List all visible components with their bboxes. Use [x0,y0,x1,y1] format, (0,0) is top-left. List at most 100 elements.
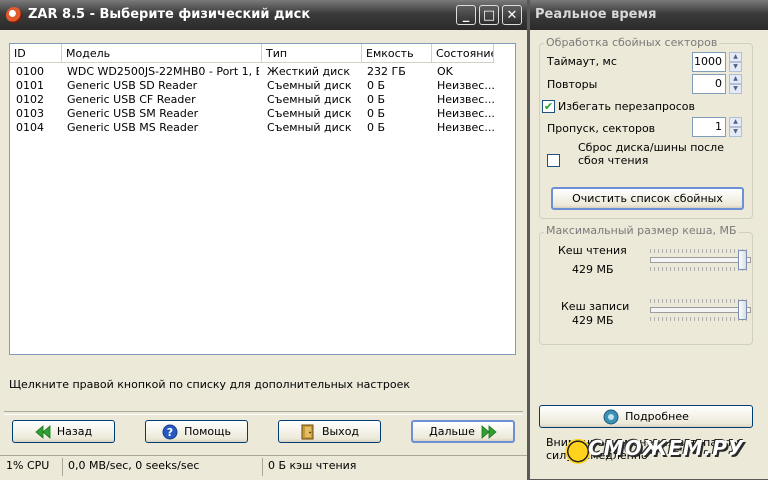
slider-track [650,257,751,263]
cell-capacity: 0 Б [367,121,386,134]
cell-capacity: 0 Б [367,107,386,120]
table-row[interactable]: 0100 WDC WD2500JS-22MHB0 - Port 1, B... … [10,65,515,79]
table-row[interactable]: 0103 Generic USB SM Reader Съемный диск … [10,107,515,121]
table-row[interactable]: 0104 Generic USB MS Reader Съемный диск … [10,121,515,135]
door-exit-icon [301,424,314,439]
cell-id: 0103 [16,107,44,120]
exit-button[interactable]: Выход [278,420,381,443]
cell-model: Generic USB SD Reader [67,79,198,92]
write-cache-label: Кеш записи [561,300,630,313]
disk-list[interactable]: ID Модель Тип Емкость Состояние 0100 WDC… [9,43,516,355]
cell-type: Съемный диск [267,79,352,92]
slider-ticks [650,317,749,321]
help-button-label: Помощь [184,425,231,438]
status-divider [62,458,63,476]
skip-sectors-spinner[interactable]: ▲ ▼ [729,117,742,137]
write-cache-slider[interactable] [648,299,751,321]
back-button[interactable]: Назад [12,420,115,443]
cell-model: Generic USB CF Reader [67,93,196,106]
hint-text: Щелкните правой кнопкой по списку для до… [9,378,411,391]
details-button[interactable]: Подробнее [539,405,753,428]
timeout-field[interactable]: 1000 [692,52,726,72]
slider-thumb[interactable] [738,250,747,270]
column-header-type[interactable]: Тип [262,44,362,63]
checkmark-icon: ✔ [543,100,554,113]
cell-status: Неизвес... [437,107,495,120]
reset-bus-label: Сброс диска/шины после сбоя чтения [578,141,724,167]
cell-id: 0101 [16,79,44,92]
cell-capacity: 232 ГБ [367,65,406,78]
cell-model: Generic USB MS Reader [67,121,199,134]
skip-sectors-field[interactable]: 1 [692,117,726,137]
cell-type: Съемный диск [267,107,352,120]
slider-ticks [650,267,749,271]
cache-status: 0 Б кэш чтения [268,459,357,472]
slider-ticks [650,299,749,303]
column-header-model[interactable]: Модель [62,44,262,63]
cell-id: 0100 [16,65,44,78]
bad-sectors-group-label: Обработка сбойных секторов [544,36,720,49]
column-header-status[interactable]: Состояние [432,44,494,63]
clear-bad-list-button[interactable]: Очистить список сбойных [551,187,744,210]
column-header-id[interactable]: ID [10,44,62,63]
reset-bus-checkbox[interactable] [547,154,560,167]
watermark: СМОЖЕМ.РУ [588,436,745,460]
minimize-button[interactable]: _ [456,5,476,25]
next-button[interactable]: Дальше [411,420,515,443]
cell-status: Неизвес... [437,79,495,92]
maximize-button[interactable]: □ [479,5,499,25]
cell-type: Жесткий диск [267,65,350,78]
table-row[interactable]: 0102 Generic USB CF Reader Съемный диск … [10,93,515,107]
retries-label: Повторы [547,78,598,91]
cell-model: Generic USB SM Reader [67,107,199,120]
cell-status: OK [437,65,453,78]
timeout-label: Таймаут, мс [547,55,617,68]
spin-down-icon[interactable]: ▼ [729,84,742,94]
timeout-spinner[interactable]: ▲ ▼ [729,52,742,72]
cell-status: Неизвес... [437,93,495,106]
exit-button-label: Выход [321,425,360,438]
double-arrow-right-icon [481,424,497,439]
column-header-capacity[interactable]: Емкость [362,44,432,63]
avoid-rereads-label: Избегать перезапросов [558,100,696,113]
cell-capacity: 0 Б [367,93,386,106]
spin-down-icon[interactable]: ▼ [729,127,742,137]
cell-id: 0102 [16,93,44,106]
cache-group-label: Максимальный размер кеша, МБ [544,224,739,237]
slider-thumb[interactable] [738,300,747,320]
spin-up-icon[interactable]: ▲ [729,117,742,127]
spin-up-icon[interactable]: ▲ [729,52,742,62]
slider-track [650,307,751,313]
double-arrow-left-icon [35,424,51,439]
cell-model: WDC WD2500JS-22MHB0 - Port 1, B... [67,65,259,78]
read-cache-value: 429 МБ [572,263,614,276]
table-row[interactable]: 0101 Generic USB SD Reader Съемный диск … [10,79,515,93]
io-status: 0,0 MB/sec, 0 seeks/sec [68,459,200,472]
retries-spinner[interactable]: ▲ ▼ [729,74,742,94]
avoid-rereads-checkbox[interactable]: ✔ [542,100,555,113]
read-cache-slider[interactable] [648,249,751,271]
zar-app-icon [6,7,22,23]
help-button[interactable]: ? Помощь [145,420,248,443]
cpu-status: 1% CPU [6,459,50,472]
spin-down-icon[interactable]: ▼ [729,62,742,72]
retries-field[interactable]: 0 [692,74,726,94]
back-button-label: Назад [56,425,93,438]
details-button-label: Подробнее [625,410,689,423]
close-button[interactable]: ✕ [502,5,522,25]
svg-text:?: ? [167,426,173,439]
window-title: ZAR 8.5 - Выберите физический диск [28,7,311,22]
help-icon: ? [162,424,178,439]
cell-capacity: 0 Б [367,79,386,92]
spin-up-icon[interactable]: ▲ [729,74,742,84]
realtime-panel-title: Реальное время [535,7,657,22]
cell-type: Съемный диск [267,121,352,134]
clear-bad-list-label: Очистить список сбойных [572,192,723,205]
cell-id: 0104 [16,121,44,134]
cell-status: Неизвес... [437,121,495,134]
divider [4,411,523,415]
next-button-label: Дальше [429,425,475,438]
cell-type: Съемный диск [267,93,352,106]
details-icon [603,409,619,424]
read-cache-label: Кеш чтения [558,244,627,257]
